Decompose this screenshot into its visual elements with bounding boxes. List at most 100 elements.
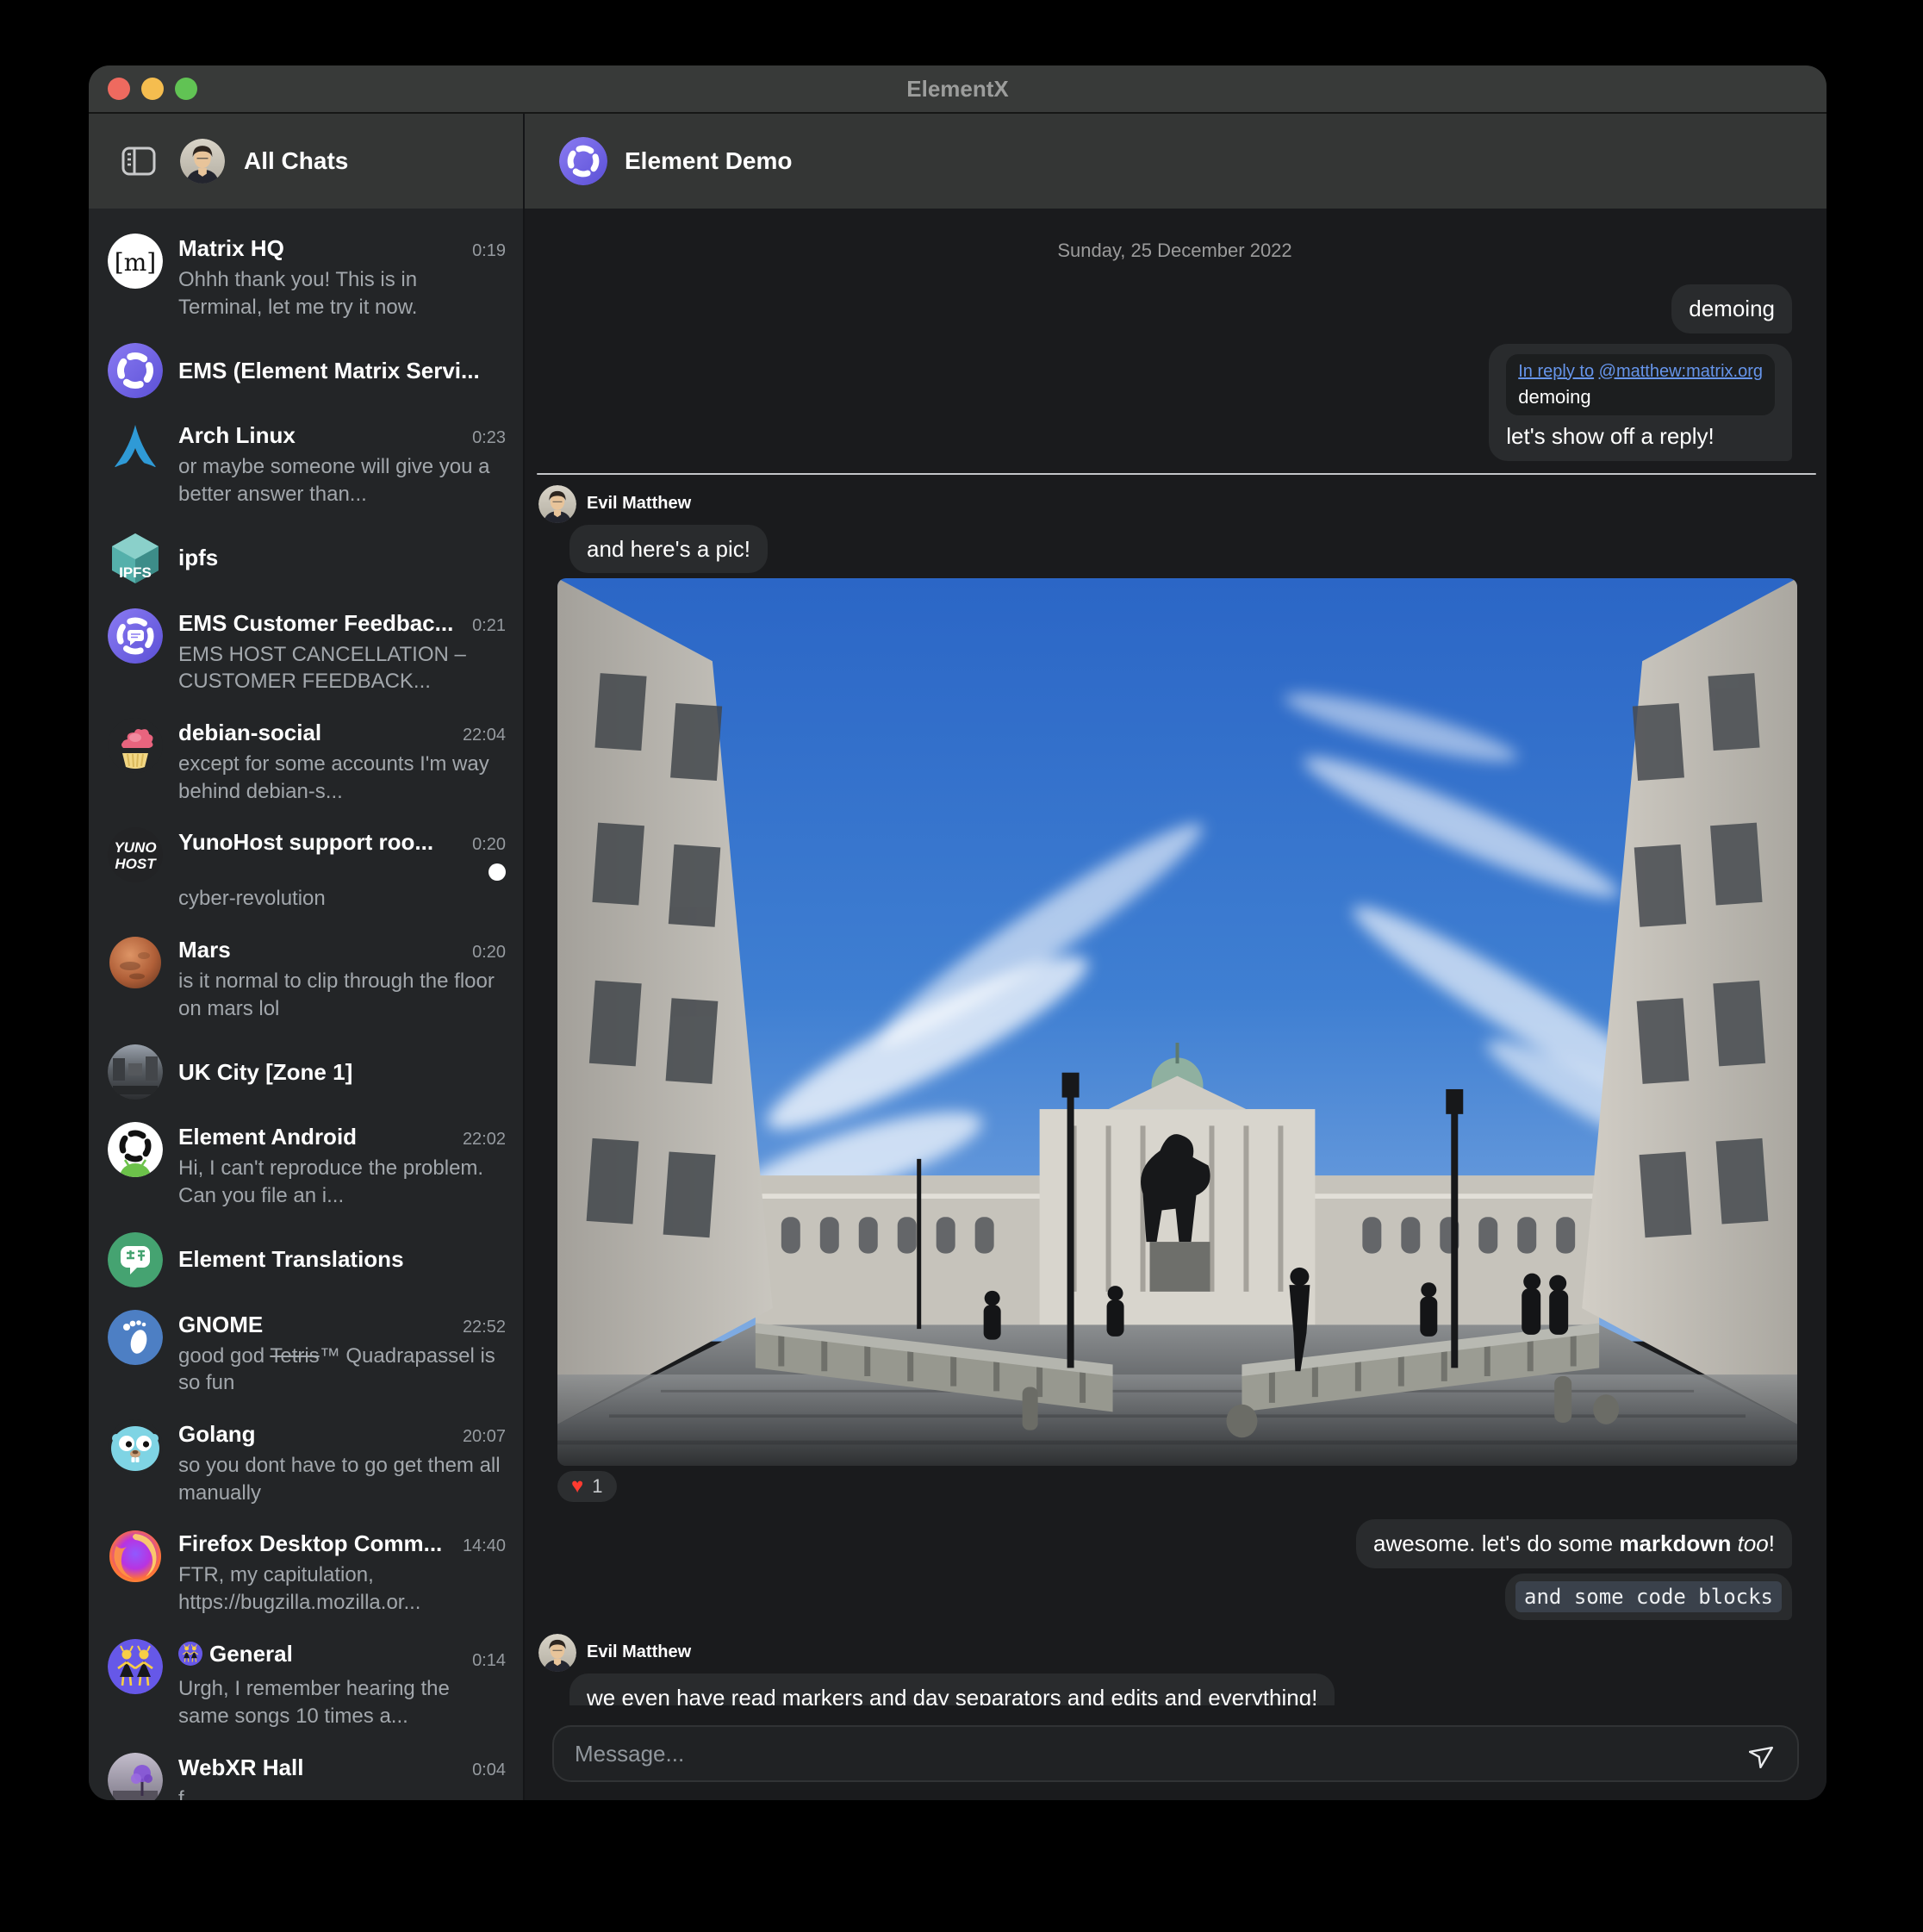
header-band: All Chats Element Demo [89,114,1827,209]
chat-avatar: [m] [108,234,163,289]
close-button[interactable] [108,78,130,100]
attachment-image[interactable] [557,578,1797,1466]
chat-list-item[interactable]: Golang 20:07 so you dont have to go get … [89,1408,523,1518]
message-composer[interactable] [552,1725,1799,1782]
reply-quote[interactable]: In reply to @matthew:matrix.org demoing [1506,354,1775,416]
message-outgoing-reply[interactable]: In reply to @matthew:matrix.org demoing … [557,344,1792,461]
sender-avatar[interactable] [538,485,576,523]
chat-avatar [108,1044,163,1100]
chat-list-item[interactable]: Element Android 22:02 Hi, I can't reprod… [89,1111,523,1220]
chat-timestamp: 0:14 [472,1651,506,1671]
chat-list-item[interactable]: WebXR Hall 0:04 f [89,1742,523,1800]
sender-name: Evil Matthew [587,494,691,514]
chat-timestamp: 0:04 [472,1761,506,1780]
chat-name: YunoHost support roo... [178,829,462,856]
chat-list-item[interactable]: EMS Customer Feedbac... 0:21 EMS HOST CA… [89,597,523,707]
chat-timestamp: 14:40 [463,1536,506,1556]
chat-list-item[interactable]: EMS (Element Matrix Servi... [89,332,523,409]
message-bubble[interactable]: In reply to @matthew:matrix.org demoing … [1489,344,1792,461]
chat-area: Sunday, 25 December 2022 demoing In repl… [525,209,1827,1800]
message-outgoing-markdown[interactable]: awesome. let's do some markdown too! [557,1519,1792,1568]
chat-list-item[interactable]: Firefox Desktop Comm... 14:40 FTR, my ca… [89,1518,523,1627]
chat-preview: EMS HOST CANCELLATION – CUSTOMER FEEDBAC… [178,641,506,695]
message-outgoing-code[interactable]: and some code blocks [557,1574,1792,1620]
chat-preview: Hi, I can't reproduce the problem. Can y… [178,1155,506,1209]
chat-avatar [108,1122,163,1177]
message-bubble[interactable]: and here's a pic! [569,525,768,574]
inline-code: and some code blocks [1515,1581,1782,1612]
chat-list-item[interactable]: IPFS ipfs [89,520,523,597]
chat-timestamp: 22:04 [463,726,506,745]
chat-name: UK City [Zone 1] [178,1059,352,1086]
sender-avatar[interactable] [538,1634,576,1672]
zoom-button[interactable] [175,78,197,100]
chat-name: debian-social [178,720,452,746]
chat-preview: Urgh, I remember hearing the same songs … [178,1675,506,1729]
chat-preview: Ohhh thank you! This is in Terminal, let… [178,266,506,321]
sidebar-title: All Chats [244,147,348,175]
send-icon[interactable] [1749,1739,1778,1768]
message-bubble[interactable]: we even have read markers and day separa… [569,1673,1335,1706]
room-header[interactable]: Element Demo [525,114,1827,209]
room-name: Element Demo [625,147,793,175]
message-timeline[interactable]: Sunday, 25 December 2022 demoing In repl… [525,209,1827,1705]
heart-icon: ♥ [571,1476,583,1497]
chat-name: EMS (Element Matrix Servi... [178,358,480,384]
window-controls [108,65,197,112]
svg-text:HOST: HOST [115,856,157,872]
sidebar-header: All Chats [89,114,523,209]
chat-timestamp: 0:19 [472,241,506,261]
chat-list-item[interactable]: Element Translations [89,1221,523,1299]
app-window: ElementX All Chats Element Demo [m] Matr… [89,65,1827,1800]
reply-user-link[interactable]: @matthew:matrix.org [1599,362,1763,381]
chat-list-item[interactable]: GNOME 22:52 good god Tetris™ Quadrapasse… [89,1299,523,1408]
chat-name: GNOME [178,1312,452,1338]
minimize-button[interactable] [141,78,164,100]
chat-list-item[interactable]: General 0:14 Urgh, I remember hearing th… [89,1628,523,1742]
sidebar-toggle-icon[interactable] [121,146,156,176]
chat-list-item[interactable]: UK City [Zone 1] [89,1033,523,1111]
message-incoming[interactable]: and here's a pic! [569,525,1792,574]
chat-name: Arch Linux [178,422,462,449]
window-title: ElementX [906,76,1009,103]
message-outgoing[interactable]: demoing [557,284,1792,333]
chat-avatar [108,1753,163,1800]
chat-name: Golang [178,1421,452,1448]
message-bubble[interactable]: and some code blocks [1505,1574,1792,1620]
message-input[interactable] [573,1740,1749,1768]
chat-avatar [108,608,163,664]
chat-avatar [108,1232,163,1287]
chat-preview: is it normal to clip through the floor o… [178,968,506,1022]
chat-name: Matrix HQ [178,235,462,262]
chat-timestamp: 22:52 [463,1318,506,1337]
chat-list-item[interactable]: Arch Linux 0:23 or maybe someone will gi… [89,409,523,519]
dancers-icon [178,1642,202,1666]
chat-avatar [108,1529,163,1584]
chat-list-item[interactable]: Mars 0:20 is it normal to clip through t… [89,924,523,1033]
message-bubble[interactable]: awesome. let's do some markdown too! [1356,1519,1792,1568]
chat-timestamp: 0:23 [472,428,506,448]
chat-list-item[interactable]: debian-social 22:04 except for some acco… [89,707,523,816]
message-bubble[interactable]: demoing [1671,284,1792,333]
chat-list-item[interactable]: [m] Matrix HQ 0:19 Ohhh thank you! This … [89,222,523,332]
chat-avatar [108,421,163,476]
chat-preview: cyber-revolution [178,885,506,913]
chat-name: EMS Customer Feedbac... [178,610,462,637]
chat-avatar: YUNOHOST [108,827,163,882]
chat-timestamp: 0:21 [472,616,506,636]
svg-text:YUNO: YUNO [114,839,156,856]
chat-preview: except for some accounts I'm way behind … [178,751,506,805]
chat-avatar [108,343,163,398]
reaction-pill[interactable]: ♥ 1 [557,1471,617,1502]
chat-name: WebXR Hall [178,1754,462,1781]
room-avatar [559,137,607,185]
chat-timestamp: 0:20 [472,835,506,855]
chat-list: [m] Matrix HQ 0:19 Ohhh thank you! This … [89,209,523,1800]
reply-to-link[interactable]: In reply to [1518,362,1594,381]
chat-name: Firefox Desktop Comm... [178,1530,452,1557]
user-avatar[interactable] [180,139,225,184]
chat-preview: so you dont have to go get them all manu… [178,1452,506,1506]
chat-list-item[interactable]: YUNOHOST YunoHost support roo... 0:20 cy… [89,816,523,924]
day-separator: Sunday, 25 December 2022 [557,240,1792,262]
message-incoming[interactable]: we even have read markers and day separa… [569,1673,1792,1706]
